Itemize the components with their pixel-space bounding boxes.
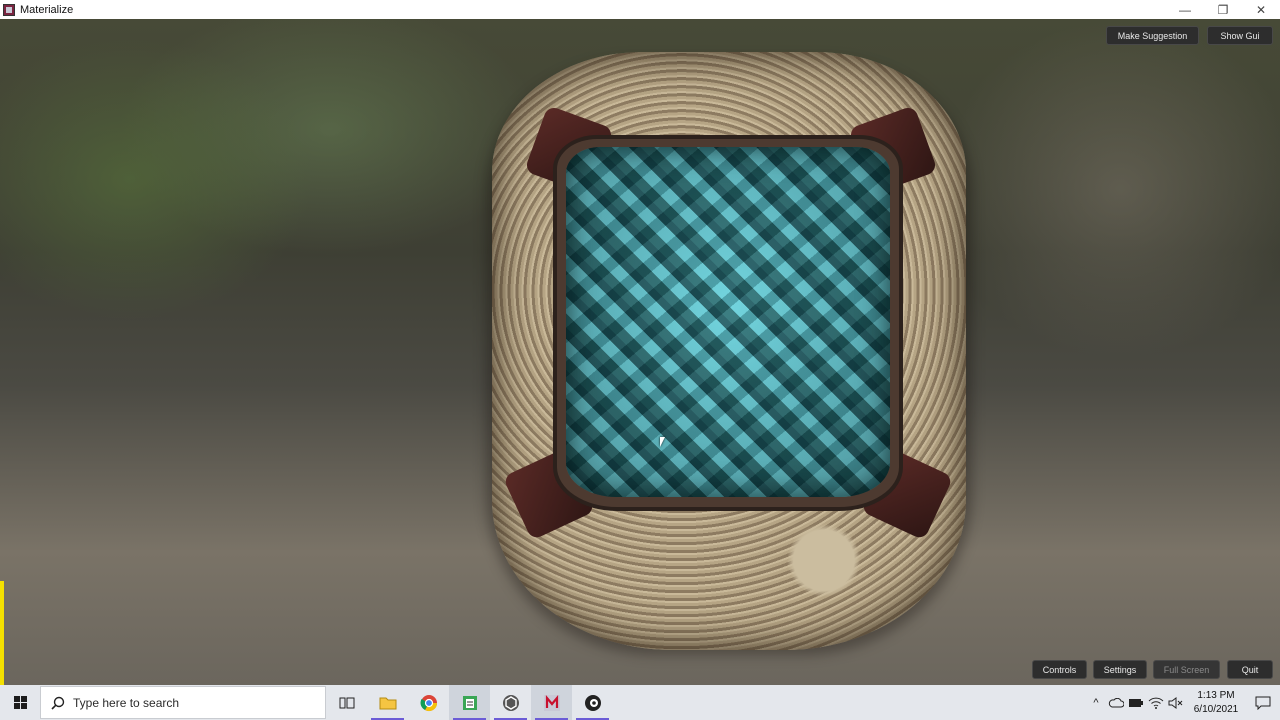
- chrome-icon[interactable]: [408, 685, 449, 720]
- window-controls: — ❐ ✕: [1166, 0, 1280, 19]
- taskbar-clock[interactable]: 1:13 PM 6/10/2021: [1186, 689, 1246, 717]
- settings-button[interactable]: Settings: [1093, 660, 1147, 679]
- controls-button[interactable]: Controls: [1032, 660, 1087, 679]
- search-icon: [51, 696, 65, 710]
- blender-icon[interactable]: [572, 685, 613, 720]
- unity-icon[interactable]: [490, 685, 531, 720]
- system-tray: ^ 1:13 PM 6/10/2021: [1086, 685, 1280, 720]
- make-suggestion-button[interactable]: Make Suggestion: [1106, 26, 1199, 45]
- onedrive-icon[interactable]: [1106, 685, 1126, 720]
- gem-stone: [566, 147, 890, 497]
- windows-taskbar: ^ 1:13 PM 6/10/2021: [0, 685, 1280, 720]
- volume-muted-icon[interactable]: [1166, 685, 1186, 720]
- window-titlebar: Materialize — ❐ ✕: [0, 0, 1280, 19]
- file-explorer-icon[interactable]: [367, 685, 408, 720]
- task-view-icon[interactable]: [326, 685, 367, 720]
- battery-icon[interactable]: [1126, 685, 1146, 720]
- show-hidden-icons-chevron[interactable]: ^: [1086, 685, 1106, 720]
- windows-logo-icon: [13, 696, 27, 709]
- notepad-app-icon[interactable]: [449, 685, 490, 720]
- restore-button[interactable]: ❐: [1204, 0, 1242, 19]
- mouse-cursor-icon: [660, 437, 665, 447]
- taskbar-search[interactable]: [40, 686, 326, 719]
- full-screen-button[interactable]: Full Screen: [1153, 660, 1220, 679]
- minimize-button[interactable]: —: [1166, 0, 1204, 19]
- clock-date: 6/10/2021: [1193, 703, 1239, 715]
- start-button[interactable]: [0, 685, 40, 720]
- window-title: Materialize: [20, 3, 74, 16]
- wifi-icon[interactable]: [1146, 685, 1166, 720]
- materialize-app-icon: [3, 3, 15, 16]
- materialize-taskbar-icon[interactable]: [531, 685, 572, 720]
- clock-time: 1:13 PM: [1197, 689, 1235, 701]
- quit-button[interactable]: Quit: [1227, 660, 1273, 679]
- show-gui-button[interactable]: Show Gui: [1207, 26, 1273, 45]
- 3d-preview-viewport[interactable]: Make Suggestion Show Gui Controls Settin…: [0, 19, 1280, 685]
- search-input[interactable]: [73, 695, 303, 710]
- close-button[interactable]: ✕: [1242, 0, 1280, 19]
- action-center-icon[interactable]: [1246, 685, 1280, 720]
- highlight-marker: [0, 581, 4, 685]
